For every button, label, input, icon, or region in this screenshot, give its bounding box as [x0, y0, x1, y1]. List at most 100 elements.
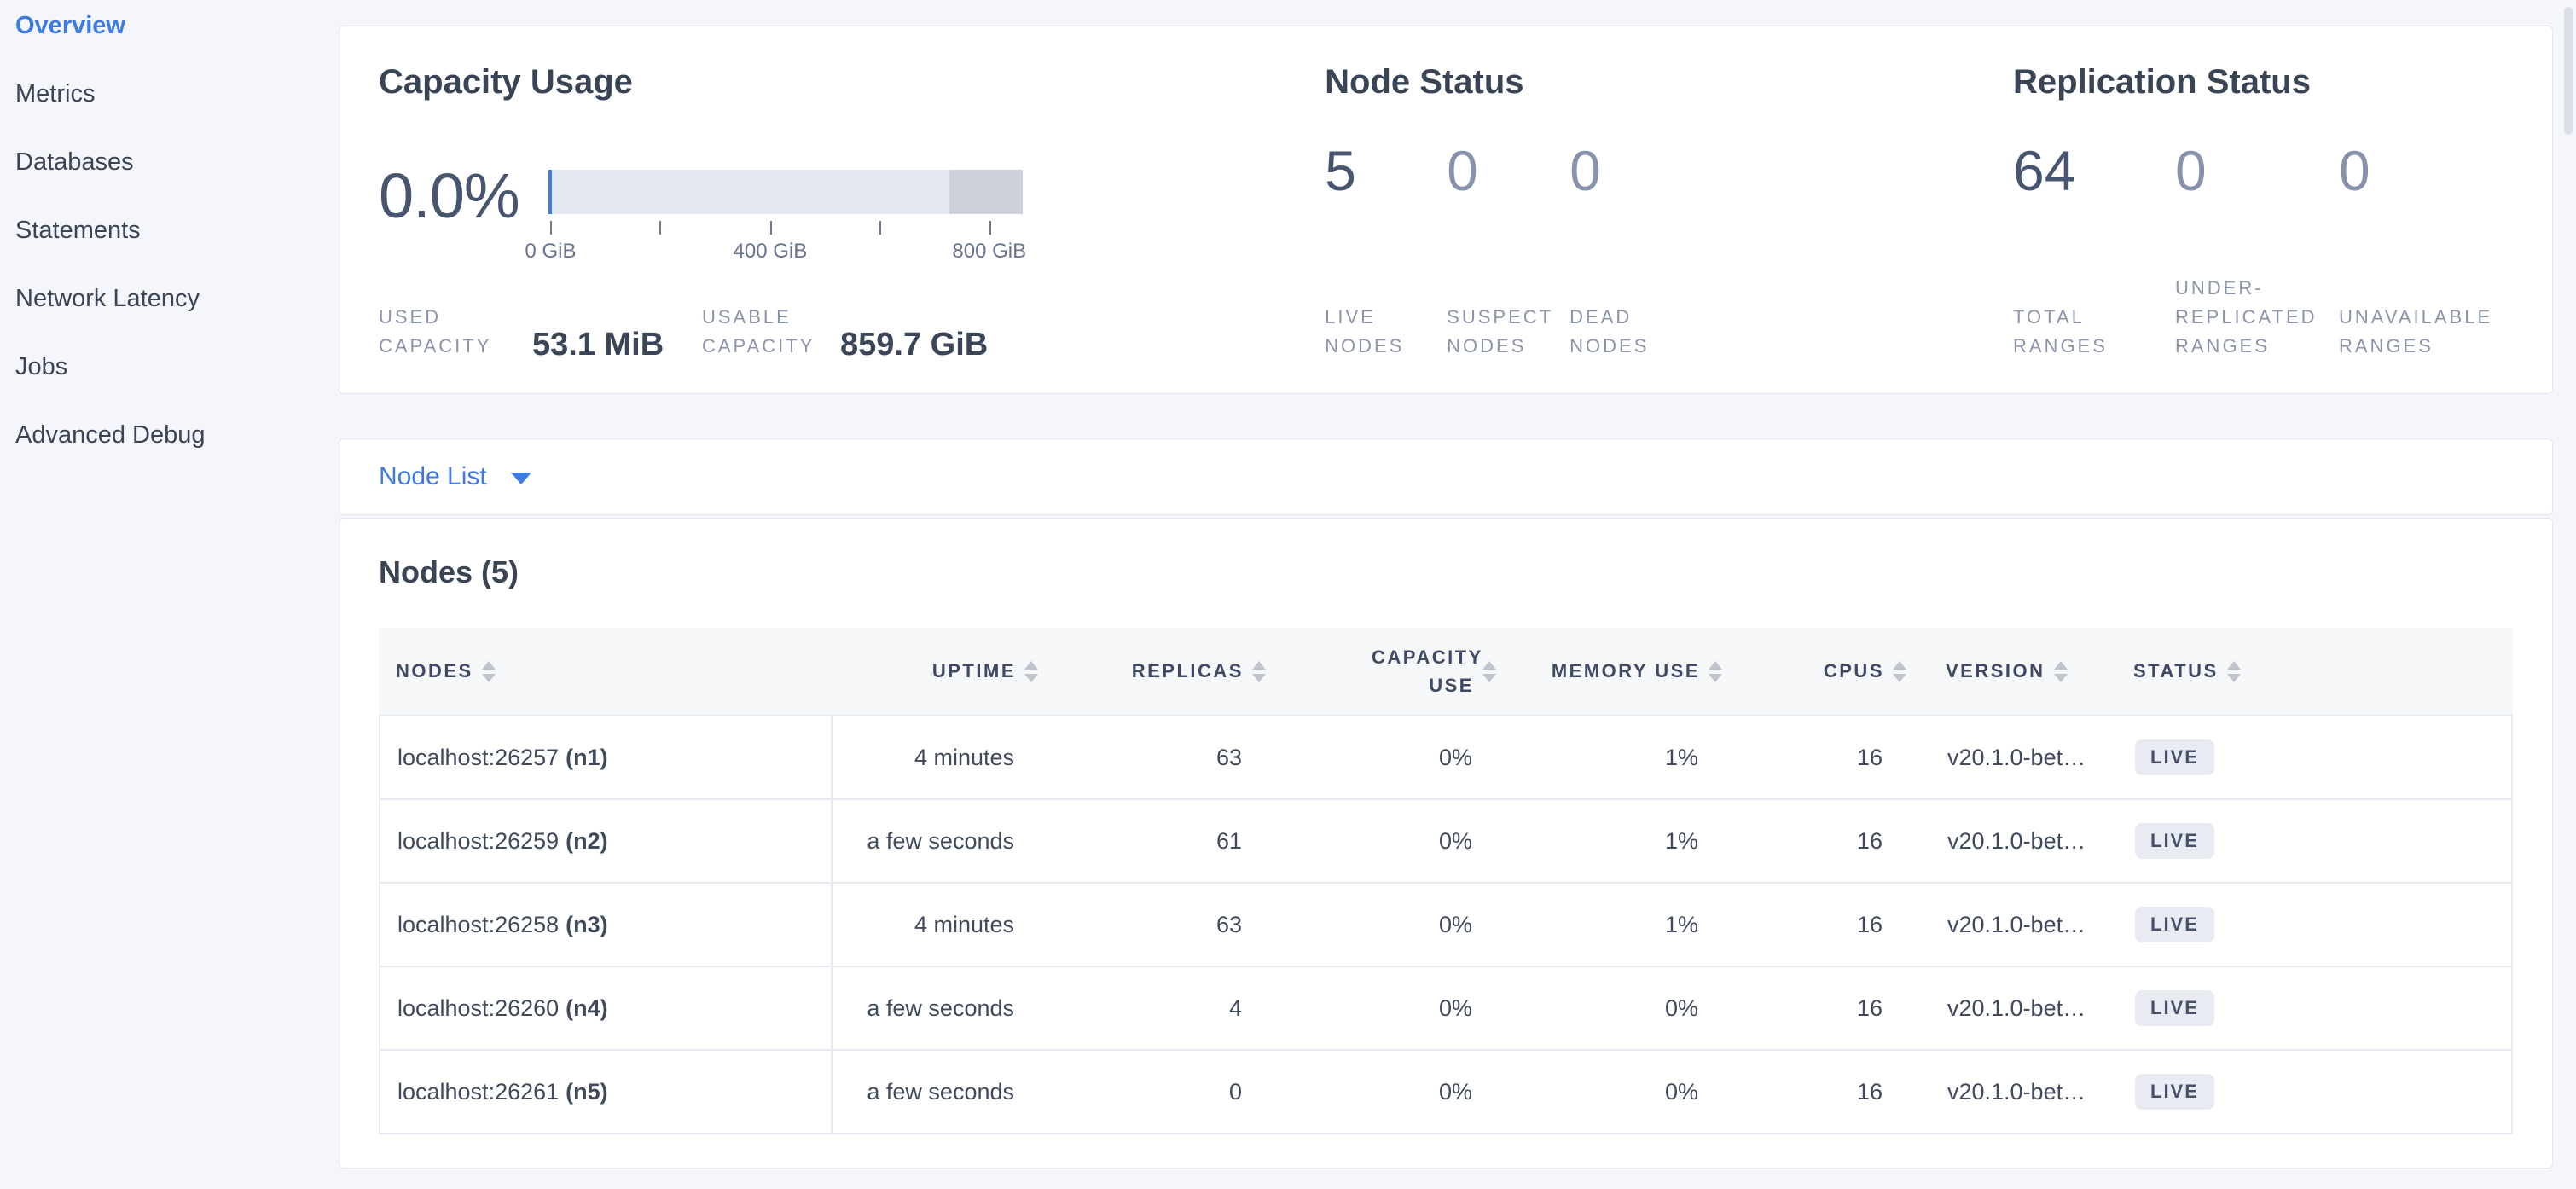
usable-capacity-label: USABLE CAPACITY: [702, 303, 830, 361]
node-id: (n4): [566, 995, 608, 1022]
status-badge: LIVE: [2135, 740, 2214, 775]
sort-icon: [1893, 661, 1906, 682]
node-list-dropdown-label: Node List: [379, 462, 487, 491]
table-row: localhost:26258(n3) 4 minutes 63 0% 1% 1…: [380, 884, 2511, 967]
sidebar-item-advanced-debug[interactable]: Advanced Debug: [15, 409, 322, 461]
memory-use-cell: 1%: [1498, 912, 1724, 938]
node-list-bar: Node List: [339, 438, 2553, 515]
col-label: CAPACITY USE: [1372, 643, 1474, 699]
uptime-cell: 4 minutes: [833, 912, 1040, 938]
gauge-tick: [770, 221, 772, 235]
col-header-cpus[interactable]: CPUS: [1722, 660, 1906, 682]
col-label: VERSION: [1946, 660, 2045, 682]
node-id: (n5): [566, 1079, 608, 1105]
usable-capacity-value: 859.7 GiB: [840, 328, 988, 361]
uptime-cell: 4 minutes: [833, 745, 1040, 771]
memory-use-cell: 0%: [1498, 1079, 1724, 1105]
sidebar-item-overview[interactable]: Overview: [15, 0, 322, 51]
col-label: UPTIME: [932, 660, 1016, 682]
col-header-memory-use[interactable]: MEMORY USE: [1496, 660, 1722, 682]
capacity-gauge-used-marker: [548, 170, 552, 214]
replication-values: 64 0 0: [2013, 142, 2552, 199]
sort-icon: [1709, 661, 1722, 682]
col-header-replicas[interactable]: REPLICAS: [1038, 660, 1266, 682]
sidebar-item-databases[interactable]: Databases: [15, 136, 322, 188]
sidebar: Overview Metrics Databases Statements Ne…: [15, 0, 322, 478]
gauge-tick-label: 0 GiB: [525, 240, 576, 264]
table-row: localhost:26260(n4) a few seconds 4 0% 0…: [380, 967, 2511, 1051]
sidebar-item-label: Jobs: [15, 353, 67, 381]
replicas-cell: 4: [1040, 995, 1268, 1022]
capacity-gauge: 0 GiB 400 GiB 800 GiB: [548, 170, 1023, 214]
replicas-cell: 0: [1040, 1079, 1268, 1105]
col-label: NODES: [396, 660, 473, 682]
col-header-version[interactable]: VERSION: [1906, 660, 2126, 682]
node-address-link[interactable]: localhost:26257: [397, 745, 559, 771]
used-capacity-label: USED CAPACITY: [379, 303, 507, 361]
gauge-tick-label: 800 GiB: [952, 240, 1026, 264]
sidebar-item-label: Databases: [15, 148, 134, 177]
node-address-link[interactable]: localhost:26259: [397, 828, 559, 855]
nodes-table-body: localhost:26257(n1) 4 minutes 63 0% 1% 1…: [379, 716, 2513, 1134]
sort-icon: [1482, 661, 1496, 682]
gauge-tick: [550, 221, 552, 235]
replication-labels: TOTAL RANGES UNDER-REPLICATED RANGES UNA…: [2013, 274, 2552, 361]
node-id: (n2): [566, 828, 608, 855]
gauge-tick: [879, 221, 881, 235]
cluster-summary-card: Capacity Usage 0.0% 0 GiB 400 GiB 800 Gi…: [339, 26, 2553, 394]
replication-status-title: Replication Status: [2013, 62, 2552, 102]
unavailable-label: UNAVAILABLE RANGES: [2339, 303, 2544, 361]
scrollbar-thumb[interactable]: [2564, 7, 2573, 135]
sidebar-item-network-latency[interactable]: Network Latency: [15, 273, 322, 324]
node-address-link[interactable]: localhost:26258: [397, 912, 559, 938]
col-label: MEMORY USE: [1552, 660, 1700, 682]
capacity-metric-row: 0.0% 0 GiB 400 GiB 800 GiB: [379, 141, 1325, 226]
suspect-nodes-count: 0: [1447, 142, 1569, 199]
col-header-capacity-use[interactable]: CAPACITY USE: [1266, 643, 1496, 699]
nodes-table: NODES UPTIME REPLICAS CAPACITY USE MEMOR…: [379, 628, 2513, 1134]
node-status-section: Node Status 5 0 0 LIVE NODES SUSPECT NOD…: [1325, 26, 2013, 393]
node-address-link[interactable]: localhost:26260: [397, 995, 559, 1022]
memory-use-cell: 0%: [1498, 995, 1724, 1022]
dead-nodes-count: 0: [1569, 142, 1706, 199]
node-status-values: 5 0 0: [1325, 142, 2013, 199]
uptime-cell: a few seconds: [833, 1079, 1040, 1105]
gauge-tick: [659, 221, 661, 235]
version-cell: v20.1.0-bet…: [1908, 1079, 2128, 1105]
capacity-use-cell: 0%: [1268, 1079, 1498, 1105]
sidebar-item-metrics[interactable]: Metrics: [15, 68, 322, 119]
uptime-cell: a few seconds: [833, 828, 1040, 855]
col-label: REPLICAS: [1132, 660, 1244, 682]
capacity-use-cell: 0%: [1268, 828, 1498, 855]
memory-use-cell: 1%: [1498, 745, 1724, 771]
col-header-status[interactable]: STATUS: [2126, 660, 2513, 682]
sidebar-item-statements[interactable]: Statements: [15, 205, 322, 256]
sidebar-item-label: Advanced Debug: [15, 421, 206, 450]
sidebar-item-jobs[interactable]: Jobs: [15, 341, 322, 392]
sort-icon: [1024, 661, 1038, 682]
cpus-cell: 16: [1724, 1079, 1908, 1105]
version-cell: v20.1.0-bet…: [1908, 912, 2128, 938]
live-nodes-count: 5: [1325, 142, 1447, 199]
sort-icon: [482, 661, 496, 682]
capacity-percent: 0.0%: [379, 166, 519, 226]
node-id: (n3): [566, 912, 608, 938]
status-badge: LIVE: [2135, 823, 2214, 859]
col-label: CPUS: [1824, 660, 1884, 682]
node-list-dropdown[interactable]: Node List: [379, 462, 531, 491]
nodes-table-card: Nodes (5) NODES UPTIME REPLICAS CAPACITY…: [339, 518, 2553, 1169]
capacity-usage-section: Capacity Usage 0.0% 0 GiB 400 GiB 800 Gi…: [339, 26, 1325, 393]
table-row: localhost:26257(n1) 4 minutes 63 0% 1% 1…: [380, 716, 2511, 800]
suspect-nodes-label: SUSPECT NODES: [1447, 303, 1562, 361]
replicas-cell: 63: [1040, 745, 1268, 771]
status-badge: LIVE: [2135, 990, 2214, 1026]
capacity-use-cell: 0%: [1268, 995, 1498, 1022]
col-header-nodes[interactable]: NODES: [379, 660, 831, 682]
replicas-cell: 61: [1040, 828, 1268, 855]
replication-status-section: Replication Status 64 0 0 TOTAL RANGES U…: [2013, 26, 2552, 393]
gauge-tick-label: 400 GiB: [734, 240, 808, 264]
cpus-cell: 16: [1724, 745, 1908, 771]
col-header-uptime[interactable]: UPTIME: [831, 660, 1038, 682]
nodes-table-header: NODES UPTIME REPLICAS CAPACITY USE MEMOR…: [379, 628, 2513, 716]
node-address-link[interactable]: localhost:26261: [397, 1079, 559, 1105]
